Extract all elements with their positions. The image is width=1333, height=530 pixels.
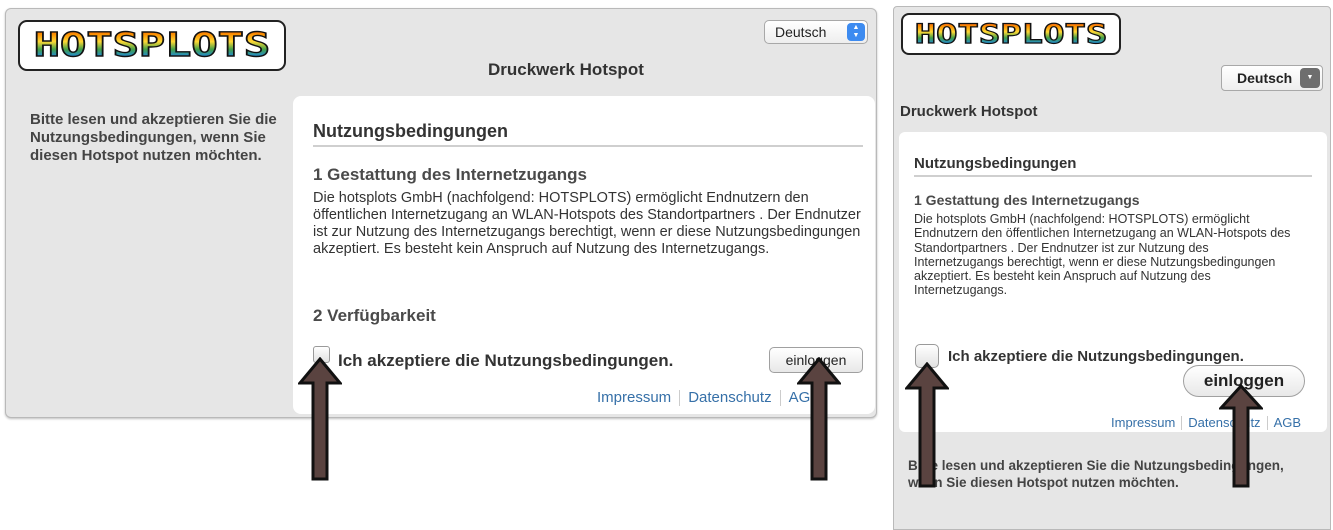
arrow-to-checkbox-desktop (298, 357, 342, 481)
svg-text:HOTSPLOTS: HOTSPLOTS (34, 26, 270, 65)
arrow-to-checkbox-mobile (905, 362, 949, 488)
section1-title: 1 Gestattung des Internetzugangs (914, 192, 1140, 208)
mobile-portal-panel: HOTSPLOTS Deutsch ▼ Druckwerk Hotspot Nu… (893, 6, 1331, 530)
desktop-portal-panel: HOTSPLOTS Deutsch ▲ ▼ Druckwerk Hotspot B… (5, 8, 877, 418)
footer-links: Impressum Datenschutz AGB (1111, 415, 1301, 430)
page-title: Druckwerk Hotspot (900, 103, 1038, 120)
hotsplots-logo: HOTSPLOTS (901, 13, 1121, 55)
terms-heading: Nutzungsbedingungen (914, 155, 1077, 172)
svg-text:HOTSPLOTS: HOTSPLOTS (915, 20, 1107, 50)
language-select[interactable]: Deutsch ▲ ▼ (764, 20, 868, 44)
terms-divider (914, 175, 1312, 177)
terms-heading: Nutzungsbedingungen (313, 121, 508, 141)
arrow-to-login-desktop (797, 357, 841, 481)
footer-link-impressum[interactable]: Impressum (1111, 415, 1175, 430)
footer-link-datenschutz[interactable]: Datenschutz (688, 389, 771, 406)
terms-divider (313, 145, 863, 147)
footer-separator (1181, 415, 1183, 430)
section1-body: Die hotsplots GmbH (nachfolgend: HOTSPLO… (313, 190, 861, 257)
accept-label[interactable]: Ich akzeptiere die Nutzungsbedingungen. (338, 351, 673, 371)
language-selected-label: Deutsch (1237, 70, 1293, 86)
footer-separator (779, 389, 781, 406)
hotsplots-logo: HOTSPLOTS (18, 20, 286, 71)
language-select[interactable]: Deutsch ▼ (1221, 65, 1323, 91)
page-title: Druckwerk Hotspot (488, 60, 644, 79)
section1-body: Die hotsplots GmbH (nachfolgend: HOTSPLO… (914, 212, 1291, 298)
chevron-updown-icon: ▲ ▼ (847, 23, 865, 41)
footer-separator (1266, 415, 1268, 430)
footer-link-impressum[interactable]: Impressum (597, 389, 671, 406)
arrow-to-login-mobile (1219, 384, 1263, 488)
info-text: Bitte lesen und akzeptieren Sie die Nutz… (30, 111, 277, 164)
chevron-down-icon: ▼ (1300, 68, 1320, 88)
footer-links: Impressum Datenschutz AGB (597, 389, 820, 406)
section1-title: 1 Gestattung des Internetzugangs (313, 165, 587, 184)
footer-separator (679, 389, 681, 406)
footer-link-agb[interactable]: AGB (1274, 415, 1301, 430)
section2-title: 2 Verfügbarkeit (313, 306, 436, 325)
language-selected-label: Deutsch (775, 24, 827, 40)
accept-label[interactable]: Ich akzeptiere die Nutzungsbedingungen. (948, 348, 1244, 365)
